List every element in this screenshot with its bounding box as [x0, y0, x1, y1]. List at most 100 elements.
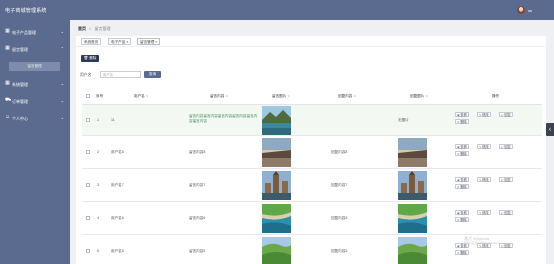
search-label: 用户名 — [80, 73, 92, 77]
edit-button-label: 修改 — [482, 113, 489, 117]
view-button-label: 查看 — [460, 145, 467, 149]
chevron-down-icon: ⌄ — [60, 98, 64, 103]
header-label: 用户名 — [134, 94, 145, 98]
trash-icon: 🗑 — [83, 56, 89, 60]
username-label[interactable]: ss — [528, 8, 532, 13]
reply-button-label: 回复 — [504, 113, 511, 117]
reply-button[interactable]: ↩回复 — [499, 112, 513, 117]
view-button-label: 查看 — [460, 178, 467, 182]
avatar[interactable] — [517, 6, 525, 14]
edit-button[interactable]: ✎修改 — [477, 112, 491, 117]
view-button[interactable]: ◉查看 — [455, 144, 469, 149]
sidebar-item-messages[interactable]: ▦ 留言管理 ⌃ — [0, 42, 70, 56]
table-row: 1 11 留言内容留言内容留言内容留言内容留言内容留言内容 无图片 ◉查看 ✎修… — [82, 105, 542, 136]
submenu-item-messages[interactable]: 留言管理 — [9, 62, 60, 71]
sidebar-item-system[interactable]: ▦ 系统管理 ⌄ — [0, 77, 70, 91]
row-delete-label: 删除 — [460, 185, 467, 189]
header-reply-image[interactable]: 回复图片 ⇅ — [410, 94, 428, 99]
reply-image — [398, 237, 427, 264]
chevron-down-icon: ⌄ — [60, 29, 64, 34]
reply-button-label: 回复 — [504, 145, 511, 149]
reply-button-label: 回复 — [504, 178, 511, 182]
breadcrumb: 首页 // 留言管理 — [78, 26, 110, 32]
row-checkbox[interactable] — [86, 183, 90, 187]
row-delete-label: 删除 — [460, 251, 467, 255]
cell-username: 11 — [111, 118, 115, 122]
header-username[interactable]: 用户名 ⇅ — [134, 94, 148, 99]
search-input[interactable]: 用户名 — [100, 71, 141, 78]
reply-button-label: 回复 — [504, 211, 511, 215]
sort-icon: ⇅ — [225, 94, 228, 98]
row-checkbox[interactable] — [86, 150, 90, 154]
row-checkbox[interactable] — [86, 118, 90, 122]
select-all-checkbox[interactable] — [86, 94, 90, 98]
edit-button-label: 修改 — [482, 211, 489, 215]
edit-button[interactable]: ✎修改 — [477, 177, 491, 182]
sidebar: ▦ 电子产品管理 ⌄ ▦ 留言管理 ⌃ 留言管理 ▦ 系统管理 ⌄ ⛟ 订单管理… — [0, 20, 70, 264]
header-reply[interactable]: 回复内容 ⇅ — [338, 94, 356, 99]
sidebar-item-label: 个人中心 — [12, 116, 28, 121]
view-button[interactable]: ◉查看 — [455, 177, 469, 182]
table-row: 2 用户名8 留言内容8 回复内容8 ◉查看 ✎修改 ↩回复 ✕删除 — [82, 136, 542, 169]
sidebar-item-label: 电子产品管理 — [12, 30, 36, 35]
table-row: 4 用户名6 留言内容6 回复内容6 ◉查看 ✎修改 ↩回复 ✕删除 — [82, 202, 542, 235]
sidebar-item-orders[interactable]: ⛟ 订单管理 ⌄ — [0, 94, 70, 108]
delete-button[interactable]: 🗑删除 — [81, 55, 99, 62]
activation-watermark: 激活 Windows 转到"设置"以激活 Windows。 — [464, 236, 503, 246]
sidebar-item-products[interactable]: ▦ 电子产品管理 ⌄ — [0, 25, 70, 39]
header-actions: 操作 — [492, 94, 500, 98]
message-image — [262, 106, 291, 135]
delete-button-label: 删除 — [89, 56, 97, 60]
reply-button[interactable]: ↩回复 — [499, 210, 513, 215]
sidebar-item-label: 留言管理 — [12, 47, 28, 52]
search-button[interactable]: 查询 — [144, 71, 161, 78]
cell-username: 用户名6 — [111, 216, 124, 220]
user-icon: ☺ — [5, 114, 11, 120]
breadcrumb-home[interactable]: 首页 — [78, 26, 86, 31]
cell-index: 2 — [97, 150, 99, 154]
row-delete-button[interactable]: ✕删除 — [455, 217, 469, 222]
cell-index: 5 — [97, 249, 99, 253]
cell-index: 4 — [97, 216, 99, 220]
header-label: 留言图片 — [272, 94, 287, 98]
message-image — [262, 138, 291, 167]
cell-index: 1 — [97, 118, 99, 122]
header-content[interactable]: 留言内容 ⇅ — [210, 94, 228, 99]
tab-messages[interactable]: 留言管理 × — [137, 38, 161, 45]
row-checkbox[interactable] — [86, 216, 90, 220]
header-index: 序号 — [96, 94, 104, 98]
cell-reply: 回复内容6 — [331, 216, 348, 220]
tabs-bar: 系统首页 电子产品 × 留言管理 × — [76, 36, 546, 46]
header-label: 留言内容 — [210, 94, 225, 98]
sidebar-item-profile[interactable]: ☺ 个人中心 ⌄ — [0, 111, 70, 125]
sidebar-item-label: 订单管理 — [12, 99, 28, 104]
row-delete-button[interactable]: ✕删除 — [455, 184, 469, 189]
reply-button[interactable]: ↩回复 — [499, 177, 513, 182]
row-delete-label: 删除 — [460, 152, 467, 156]
side-scroll-handle[interactable]: ❮ — [546, 123, 554, 136]
message-image — [262, 237, 291, 264]
sort-icon: ⇅ — [425, 94, 428, 98]
cell-content: 留言内容8 — [189, 150, 206, 154]
view-button[interactable]: ◉查看 — [455, 112, 469, 117]
header-image[interactable]: 留言图片 ⇅ — [272, 94, 290, 99]
breadcrumb-current: 留言管理 — [94, 26, 111, 31]
row-checkbox[interactable] — [86, 249, 90, 253]
row-delete-button[interactable]: ✕删除 — [455, 151, 469, 156]
row-delete-button[interactable]: ✕删除 — [455, 250, 469, 255]
edit-button[interactable]: ✎修改 — [477, 144, 491, 149]
sidebar-item-label: 系统管理 — [12, 82, 28, 87]
watermark-line2: 转到"设置"以激活 Windows。 — [464, 241, 504, 245]
grid-icon: ▦ — [5, 45, 10, 51]
reply-image — [398, 138, 427, 167]
view-button[interactable]: ◉查看 — [455, 210, 469, 215]
cell-username: 用户名7 — [111, 183, 124, 187]
edit-button[interactable]: ✎修改 — [477, 210, 491, 215]
reply-button[interactable]: ↩回复 — [499, 144, 513, 149]
row-delete-button[interactable]: ✕删除 — [455, 119, 469, 124]
tab-home[interactable]: 系统首页 — [81, 38, 102, 45]
tab-products[interactable]: 电子产品 × — [108, 38, 132, 45]
reply-button-label: 回复 — [504, 244, 511, 248]
message-image — [262, 171, 291, 200]
chevron-down-icon: ⌄ — [60, 81, 64, 86]
